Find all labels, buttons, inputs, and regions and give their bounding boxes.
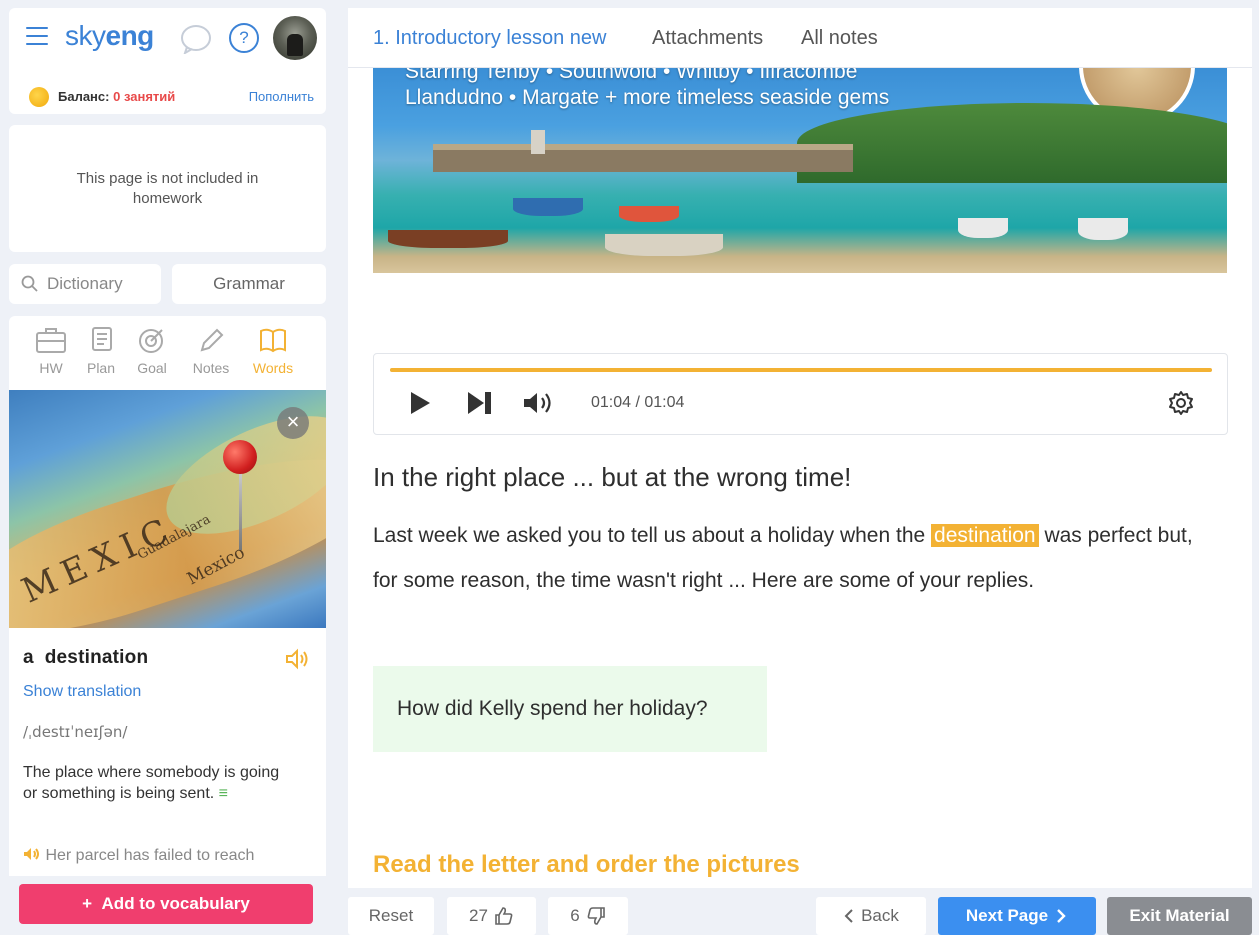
- book-icon: [260, 328, 286, 353]
- gear-icon[interactable]: [1168, 390, 1194, 421]
- tools-bar: HW Plan Goal Notes Words: [9, 316, 326, 390]
- back-button[interactable]: Back: [816, 897, 926, 935]
- audio-progress-fill: [390, 368, 1212, 372]
- like-count: 27: [469, 906, 488, 925]
- reset-button[interactable]: Reset: [348, 897, 434, 935]
- close-icon[interactable]: ×: [277, 407, 309, 439]
- coin-icon: [29, 87, 49, 107]
- balance: Баланс: 0 занятий: [58, 89, 175, 104]
- tool-hw[interactable]: HW: [26, 326, 76, 376]
- word-title: a destination: [23, 647, 149, 668]
- photo-boat: [605, 234, 723, 256]
- plus-icon: +: [82, 894, 93, 913]
- balance-value: 0 занятий: [113, 89, 176, 104]
- topup-link[interactable]: Пополнить: [249, 89, 314, 104]
- definition-text: The place where somebody is going or som…: [23, 764, 280, 802]
- avatar[interactable]: [273, 16, 317, 60]
- header-card: skyeng ? Баланс: 0 занятий Пополнить: [9, 8, 326, 114]
- briefcase-icon: [36, 328, 66, 353]
- definition: The place where somebody is going or som…: [23, 762, 283, 804]
- highlighted-word[interactable]: destination: [931, 524, 1039, 547]
- pin-needle: [239, 470, 242, 550]
- tab-lesson[interactable]: 1. Introductory lesson new: [373, 27, 606, 50]
- like-button[interactable]: 27: [447, 897, 536, 935]
- logo-suffix: eng: [105, 20, 155, 51]
- dislike-count: 6: [570, 906, 580, 925]
- transcription: /ˌdestɪˈneɪʃən/: [23, 723, 128, 741]
- lesson-content: 1. Introductory lesson new Attachments A…: [348, 8, 1252, 935]
- tab-all-notes[interactable]: All notes: [801, 27, 878, 50]
- thumbs-down-icon: [587, 907, 605, 925]
- map-pin-icon: [223, 440, 257, 474]
- dictionary-button[interactable]: Dictionary: [9, 264, 161, 304]
- audio-progress[interactable]: [390, 368, 1212, 372]
- sidebar: skyeng ? Баланс: 0 занятий Пополнить Thi…: [0, 0, 335, 935]
- plan-icon: [92, 327, 112, 351]
- tool-label: Goal: [137, 360, 167, 376]
- tool-goal[interactable]: Goal: [127, 326, 177, 376]
- tab-attachments[interactable]: Attachments: [652, 27, 763, 50]
- audio-player: 01:04 / 01:04: [373, 353, 1228, 435]
- tool-label: HW: [39, 360, 63, 376]
- back-label: Back: [861, 906, 899, 925]
- balance-label: Баланс:: [58, 89, 110, 104]
- pencil-icon: [200, 328, 224, 352]
- paragraph-text: Last week we asked you to tell us about …: [373, 524, 932, 547]
- question-box: How did Kelly spend her holiday?: [373, 666, 767, 752]
- speaker-icon[interactable]: [23, 847, 41, 861]
- dislike-button[interactable]: 6: [548, 897, 628, 935]
- word-card: a destination Show translation /ˌdestɪˈn…: [9, 628, 326, 876]
- example: Her parcel has failed to reach: [23, 847, 254, 865]
- audio-time: 01:04 / 01:04: [591, 394, 685, 411]
- example-text: Her parcel has failed to reach: [45, 847, 255, 864]
- add-to-vocabulary-button[interactable]: + Add to vocabulary: [19, 884, 313, 924]
- next-track-icon[interactable]: [466, 390, 494, 421]
- chat-icon[interactable]: [179, 24, 213, 59]
- photo-caption-top: Starring Tenby • Southwold • Whitby • Il…: [405, 68, 858, 83]
- chevron-right-icon: [1057, 909, 1066, 923]
- tool-label: Notes: [192, 360, 230, 376]
- tool-plan[interactable]: Plan: [76, 326, 126, 376]
- tab-bar: 1. Introductory lesson new Attachments A…: [348, 8, 1252, 68]
- word-image: MEXIC Guadalajara Mexico ×: [9, 390, 326, 628]
- next-page-button[interactable]: Next Page: [938, 897, 1096, 935]
- homework-note: This page is not included in homework: [9, 125, 326, 252]
- speaker-icon[interactable]: [285, 648, 311, 675]
- photo-caption: Llandudno • Margate + more timeless seas…: [405, 86, 890, 109]
- photo-lighthouse: [531, 130, 545, 154]
- target-icon: [139, 329, 163, 353]
- chevron-left-icon: [844, 909, 853, 923]
- tool-label: Plan: [86, 360, 116, 376]
- list-icon[interactable]: ≡: [219, 785, 228, 802]
- bottom-bar: Reset 27 6 Back Next Page Exit Material: [348, 888, 1252, 935]
- photo-boat: [388, 230, 508, 248]
- exit-material-button[interactable]: Exit Material: [1107, 897, 1252, 935]
- show-translation-link[interactable]: Show translation: [23, 683, 141, 701]
- task-title: Read the letter and order the pictures: [373, 851, 800, 878]
- photo-hill: [797, 103, 1227, 183]
- menu-icon[interactable]: [26, 27, 48, 45]
- next-page-label: Next Page: [965, 906, 1049, 925]
- thumbs-up-icon: [495, 907, 513, 925]
- photo-boat: [513, 198, 583, 216]
- logo[interactable]: skyeng: [65, 20, 154, 52]
- help-icon[interactable]: ?: [229, 23, 259, 53]
- tool-label: Words: [252, 360, 294, 376]
- lesson-photo: Starring Tenby • Southwold • Whitby • Il…: [373, 68, 1227, 273]
- tool-notes[interactable]: Notes: [186, 326, 236, 376]
- lesson-heading: In the right place ... but at the wrong …: [373, 462, 852, 492]
- play-icon[interactable]: [408, 390, 432, 421]
- volume-icon[interactable]: [522, 390, 556, 421]
- dictionary-label: Dictionary: [47, 274, 123, 293]
- photo-pier: [433, 150, 853, 172]
- lesson-paragraph: Last week we asked you to tell us about …: [373, 513, 1193, 603]
- grammar-button[interactable]: Grammar: [172, 264, 326, 304]
- photo-boat: [619, 206, 679, 222]
- search-icon: [21, 275, 38, 292]
- photo-boat: [1078, 218, 1128, 240]
- tool-words[interactable]: Words: [248, 326, 298, 376]
- logo-prefix: sky: [65, 20, 106, 51]
- add-to-vocabulary-label: Add to vocabulary: [101, 894, 250, 913]
- photo-boat: [958, 218, 1008, 238]
